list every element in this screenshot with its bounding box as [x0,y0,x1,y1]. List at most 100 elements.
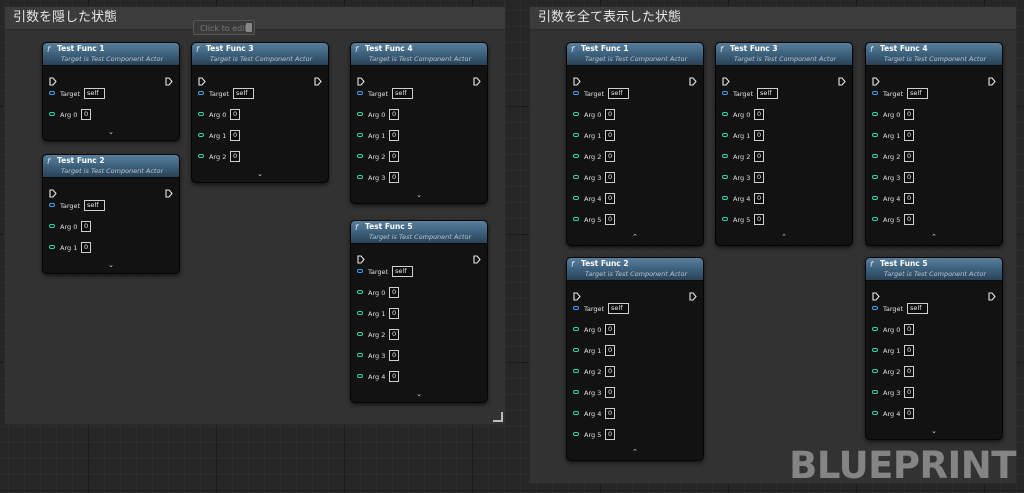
function-node[interactable]: f Test Func 4 Target is Test Component Act… [350,42,488,204]
arg-value-input[interactable]: 0 [904,193,914,204]
arg-value-input[interactable]: 0 [81,242,91,253]
arg-value-input[interactable]: 0 [605,193,615,204]
arg-value-input[interactable]: 0 [904,130,914,141]
function-node[interactable]: f Test Func 1 Target is Test Component Act… [42,42,180,141]
object-pin-icon[interactable] [357,269,363,273]
int-pin-icon[interactable] [722,154,728,158]
arg-value-input[interactable]: 0 [754,130,764,141]
int-pin-icon[interactable] [573,369,579,373]
arg-value-input[interactable]: 0 [389,130,399,141]
int-pin-icon[interactable] [357,112,363,116]
node-header[interactable]: f Test Func 4 Target is Test Component Act… [351,43,487,66]
target-input[interactable]: self [907,88,928,99]
int-pin-icon[interactable] [573,154,579,158]
target-input[interactable]: self [392,88,413,99]
arg-value-input[interactable]: 0 [605,345,615,356]
int-pin-icon[interactable] [573,390,579,394]
arg-value-input[interactable]: 0 [605,366,615,377]
target-input[interactable]: self [233,88,254,99]
target-input[interactable]: self [907,303,928,314]
expand-collapse-button[interactable]: ⌄ [866,425,1002,439]
int-pin-icon[interactable] [872,154,878,158]
expand-collapse-button[interactable]: ⌃ [716,231,852,245]
object-pin-icon[interactable] [198,91,204,95]
int-pin-icon[interactable] [722,217,728,221]
target-input[interactable]: self [608,88,629,99]
int-pin-icon[interactable] [872,327,878,331]
int-pin-icon[interactable] [872,196,878,200]
function-node[interactable]: f Test Func 5 Target is Test Component Act… [350,220,488,403]
arg-value-input[interactable]: 0 [605,387,615,398]
arg-value-input[interactable]: 0 [904,408,914,419]
arg-value-input[interactable]: 0 [754,193,764,204]
node-header[interactable]: f Test Func 1 Target is Test Component Act… [43,43,179,66]
function-node[interactable]: f Test Func 5 Target is Test Component Act… [865,257,1003,440]
function-node[interactable]: f Test Func 4 Target is Test Component Act… [865,42,1003,246]
spinner-icon[interactable] [246,23,252,32]
node-header[interactable]: f Test Func 1 Target is Test Component Act… [567,43,703,66]
arg-value-input[interactable]: 0 [605,130,615,141]
arg-value-input[interactable]: 0 [389,172,399,183]
int-pin-icon[interactable] [573,411,579,415]
expand-collapse-button[interactable]: ⌃ [567,446,703,460]
arg-value-input[interactable]: 0 [904,214,914,225]
arg-value-input[interactable]: 0 [389,109,399,120]
arg-value-input[interactable]: 0 [904,324,914,335]
arg-value-input[interactable]: 0 [605,151,615,162]
comment-title[interactable]: 引数を全て表示した状態 [530,7,1016,30]
target-input[interactable]: self [608,303,629,314]
arg-value-input[interactable]: 0 [904,366,914,377]
arg-value-input[interactable]: 0 [230,130,240,141]
node-header[interactable]: f Test Func 4 Target is Test Component Act… [866,43,1002,66]
arg-value-input[interactable]: 0 [754,151,764,162]
arg-value-input[interactable]: 0 [904,172,914,183]
int-pin-icon[interactable] [722,133,728,137]
int-pin-icon[interactable] [573,112,579,116]
node-header[interactable]: f Test Func 3 Target is Test Component Act… [716,43,852,66]
expand-collapse-button[interactable]: ⌃ [567,231,703,245]
function-node[interactable]: f Test Func 1 Target is Test Component Act… [566,42,704,246]
arg-value-input[interactable]: 0 [754,172,764,183]
int-pin-icon[interactable] [357,332,363,336]
object-pin-icon[interactable] [357,91,363,95]
int-pin-icon[interactable] [872,133,878,137]
node-header[interactable]: f Test Func 3 Target is Test Component Act… [192,43,328,66]
object-pin-icon[interactable] [872,306,878,310]
int-pin-icon[interactable] [357,154,363,158]
node-header[interactable]: f Test Func 5 Target is Test Component Act… [866,258,1002,281]
arg-value-input[interactable]: 0 [904,345,914,356]
arg-value-input[interactable]: 0 [904,109,914,120]
target-input[interactable]: self [757,88,778,99]
object-pin-icon[interactable] [573,306,579,310]
target-input[interactable]: self [84,88,105,99]
object-pin-icon[interactable] [49,203,55,207]
arg-value-input[interactable]: 0 [389,151,399,162]
expand-collapse-button[interactable]: ⌄ [192,168,328,182]
function-node[interactable]: f Test Func 3 Target is Test Component Act… [191,42,329,183]
int-pin-icon[interactable] [49,112,55,116]
int-pin-icon[interactable] [198,154,204,158]
click-to-edit-field[interactable]: Click to edit [193,20,255,35]
function-node[interactable]: f Test Func 3 Target is Test Component Act… [715,42,853,246]
int-pin-icon[interactable] [872,175,878,179]
target-input[interactable]: self [84,200,105,211]
int-pin-icon[interactable] [872,112,878,116]
expand-collapse-button[interactable]: ⌄ [351,189,487,203]
comment-title[interactable]: 引数を隠した状態 [5,7,505,30]
int-pin-icon[interactable] [722,112,728,116]
int-pin-icon[interactable] [872,390,878,394]
object-pin-icon[interactable] [722,91,728,95]
int-pin-icon[interactable] [357,374,363,378]
int-pin-icon[interactable] [573,432,579,436]
int-pin-icon[interactable] [357,290,363,294]
resize-grip-icon[interactable] [493,412,503,422]
int-pin-icon[interactable] [722,175,728,179]
int-pin-icon[interactable] [573,133,579,137]
target-input[interactable]: self [392,266,413,277]
arg-value-input[interactable]: 0 [230,151,240,162]
int-pin-icon[interactable] [573,196,579,200]
function-node[interactable]: f Test Func 2 Target is Test Component Act… [42,154,180,274]
int-pin-icon[interactable] [573,348,579,352]
int-pin-icon[interactable] [357,133,363,137]
arg-value-input[interactable]: 0 [605,408,615,419]
